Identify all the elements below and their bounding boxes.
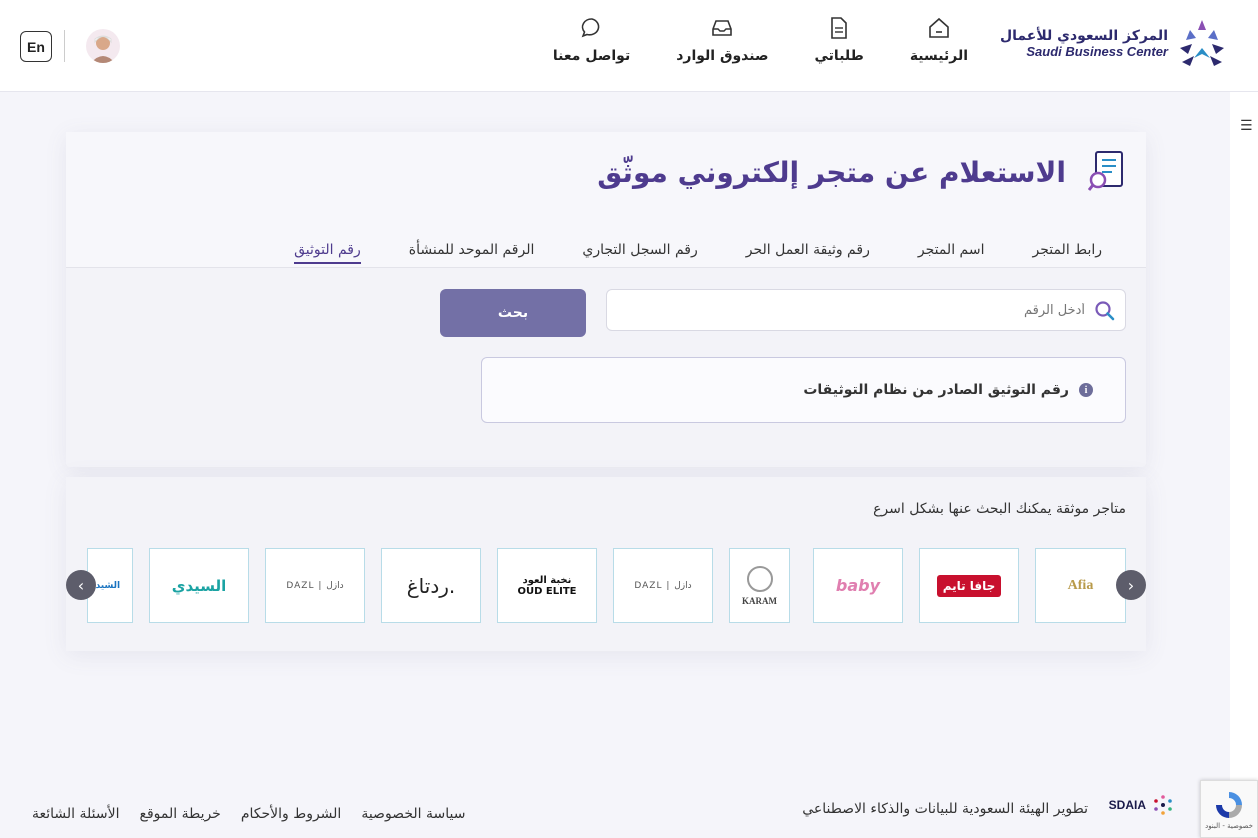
chat-icon	[581, 18, 599, 38]
sdaia-mark-icon	[1154, 795, 1172, 815]
tab-freelance-document[interactable]: رقم وثيقة العمل الحر	[746, 242, 870, 264]
language-toggle-button[interactable]: En	[20, 31, 52, 62]
info-hint-box: i رقم التوثيق الصادر من نظام التوثيقات	[481, 357, 1126, 423]
footer-links: الأسئلة الشائعة خريطة الموقع الشروط والأ…	[32, 806, 465, 822]
store-name: ردتاغ.	[406, 573, 456, 598]
search-input[interactable]	[645, 302, 1085, 318]
store-name: السيدي	[171, 576, 227, 595]
tab-store-link[interactable]: رابط المتجر	[1032, 242, 1102, 264]
logo-arabic-text: المركز السعودي للأعمال	[1000, 27, 1168, 44]
store-card[interactable]: نخبة العود OUD ELITE	[497, 548, 597, 623]
store-card[interactable]: Afia	[1035, 548, 1126, 623]
nav-contact-us[interactable]: تواصل معنا	[553, 16, 630, 64]
nav-inbox[interactable]: صندوق الوارد	[676, 16, 769, 64]
document-icon	[831, 17, 847, 39]
store-name: نخبة العود OUD ELITE	[517, 574, 577, 597]
recaptcha-caption: خصوصية - البنود	[1205, 822, 1253, 830]
nav-contact-us-label: تواصل معنا	[552, 48, 631, 64]
footer-link-terms[interactable]: الشروط والأحكام	[241, 806, 341, 822]
sbc-logo[interactable]: المركز السعودي للأعمال Saudi Business Ce…	[1000, 18, 1228, 68]
store-card[interactable]: السيدي	[149, 548, 249, 623]
user-avatar[interactable]	[86, 29, 120, 63]
verified-stores-title: متاجر موثقة يمكنك البحث عنها بشكل اسرع	[873, 501, 1126, 517]
menu-toggle-icon[interactable]: ☰	[1240, 118, 1258, 136]
side-panel	[1230, 92, 1258, 838]
footer-link-privacy[interactable]: سياسة الخصوصية	[361, 806, 465, 822]
store-name: KARAM	[742, 595, 777, 606]
store-name: جافا تايم	[936, 574, 1002, 597]
chevron-left-icon: ‹	[77, 575, 85, 595]
top-header: المركز السعودي للأعمال Saudi Business Ce…	[0, 0, 1258, 92]
nav-inbox-label: صندوق الوارد	[676, 48, 769, 64]
inbox-icon	[712, 20, 733, 36]
footer-link-faq[interactable]: الأسئلة الشائعة	[32, 806, 120, 822]
store-name: DAZL | دازل	[634, 580, 692, 591]
chevron-right-icon: ›	[1127, 575, 1135, 595]
tab-unified-number[interactable]: الرقم الموحد للمنشأة	[409, 242, 535, 264]
nav-my-requests-label: طلباتي	[814, 48, 864, 64]
verified-stores-section: متاجر موثقة يمكنك البحث عنها بشكل اسرع A…	[66, 477, 1146, 651]
sdaia-logo[interactable]: SDAIA	[1109, 792, 1176, 818]
tab-commercial-register[interactable]: رقم السجل التجاري	[582, 242, 697, 264]
nav-my-requests[interactable]: طلباتي	[815, 16, 864, 64]
header-divider	[64, 30, 65, 62]
search-button[interactable]: بحث	[440, 289, 586, 337]
stores-carousel: Afia جافا تايم baby KARAM DAZL | دازل نخ…	[86, 548, 1126, 623]
page-footer: الأسئلة الشائعة خريطة الموقع الشروط والأ…	[0, 790, 1230, 838]
sdaia-wordmark: SDAIA	[1108, 798, 1146, 812]
tab-store-name[interactable]: اسم المتجر	[918, 242, 985, 264]
recaptcha-badge[interactable]: خصوصية - البنود	[1200, 780, 1258, 838]
store-card[interactable]: ردتاغ.	[381, 548, 481, 623]
recaptcha-icon	[1216, 792, 1242, 818]
store-name: Afia	[1067, 577, 1094, 593]
store-name: DAZL | دازل	[286, 580, 344, 591]
store-logo-icon	[746, 565, 773, 592]
inquiry-card: الاستعلام عن متجر إلكتروني موثّق رقم الت…	[66, 132, 1146, 467]
info-hint-text: رقم التوثيق الصادر من نظام التوثيقات	[803, 382, 1069, 398]
store-name: baby	[835, 576, 881, 595]
page-title: الاستعلام عن متجر إلكتروني موثّق	[597, 156, 1066, 189]
footer-link-sitemap[interactable]: خريطة الموقع	[140, 806, 221, 822]
developed-by-text: تطوير الهيئة السعودية للبيانات والذكاء ا…	[802, 801, 1088, 817]
avatar-icon	[91, 35, 115, 63]
store-card[interactable]: جافا تايم	[919, 548, 1019, 623]
store-card[interactable]: baby	[813, 548, 903, 623]
store-card[interactable]: DAZL | دازل	[613, 548, 713, 623]
search-icon	[1095, 301, 1115, 321]
store-card[interactable]: KARAM	[729, 548, 790, 623]
logo-english-text: Saudi Business Center	[1026, 43, 1168, 59]
nav-home-label: الرئيسية	[909, 48, 968, 64]
carousel-next-button[interactable]: ›	[1116, 570, 1146, 600]
info-icon: i	[1079, 383, 1093, 397]
home-icon	[929, 17, 949, 38]
nav-home[interactable]: الرئيسية	[910, 16, 968, 64]
tab-certification-number[interactable]: رقم التوثيق	[294, 242, 361, 264]
main-nav: الرئيسية طلباتي صندوق الوارد تواصل معنا	[553, 16, 968, 64]
logo-mark-icon	[1180, 20, 1224, 66]
store-card[interactable]: DAZL | دازل	[265, 548, 365, 623]
carousel-prev-button[interactable]: ‹	[66, 570, 96, 600]
search-type-tabs: رقم التوثيق الرقم الموحد للمنشأة رقم الس…	[294, 242, 1102, 264]
search-field-container	[606, 289, 1126, 331]
inquiry-card-header: الاستعلام عن متجر إلكتروني موثّق رقم الت…	[66, 132, 1146, 268]
document-search-icon	[1088, 151, 1123, 191]
